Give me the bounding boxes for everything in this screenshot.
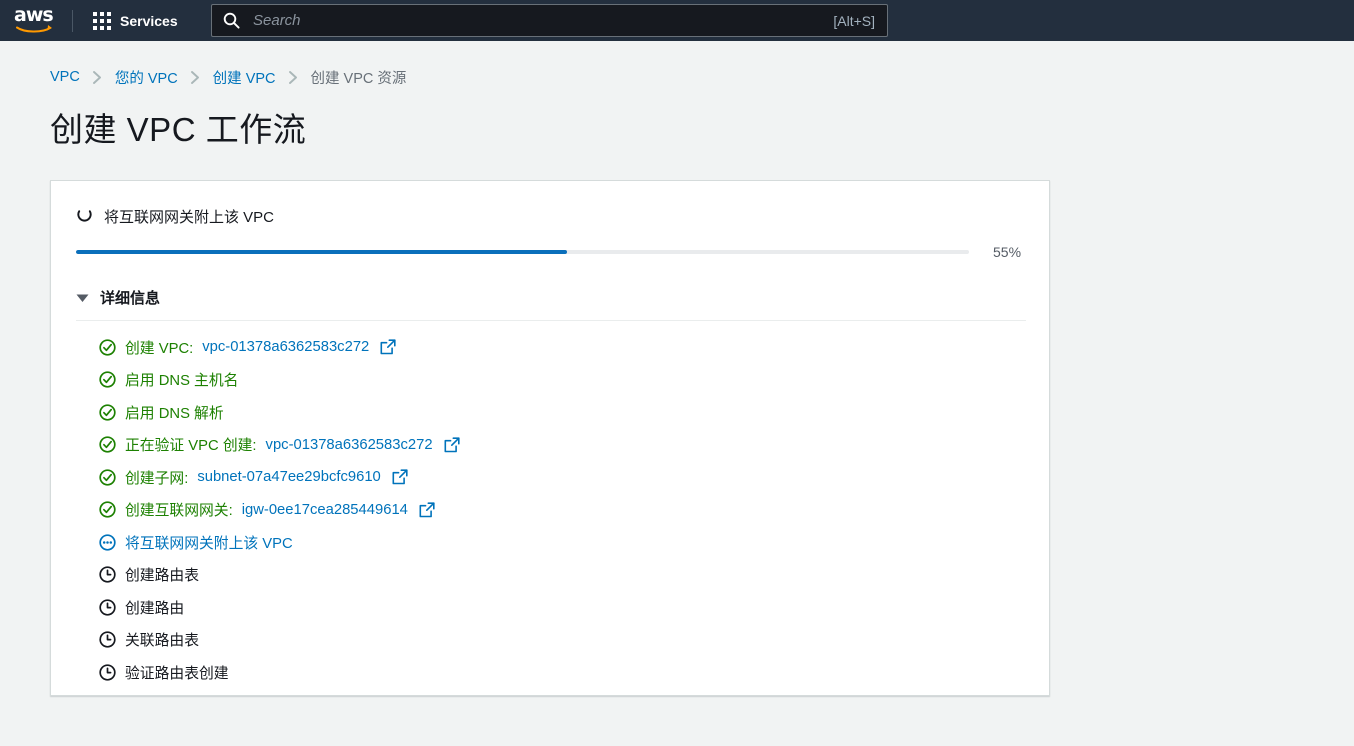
- details-section-title: 详细信息: [100, 290, 161, 307]
- breadcrumb: VPC 您的 VPC 创建 VPC 创建 VPC 资源: [0, 41, 1354, 87]
- services-menu-label: Services: [120, 12, 178, 29]
- page-content: VPC 您的 VPC 创建 VPC 创建 VPC 资源 创建 VPC 工作流 将…: [0, 41, 1354, 696]
- grid-menu-icon: [93, 11, 111, 30]
- current-status-label: 将互联网网关附上该 VPC: [104, 208, 275, 226]
- page-title: 创建 VPC 工作流: [50, 111, 307, 148]
- progress-bar-row: 55%: [76, 244, 1024, 260]
- workflow-step-label: 创建路由表: [125, 568, 199, 585]
- workflow-step: 创建互联网网关: igw-0ee17cea285449614: [99, 494, 1024, 527]
- workflow-step: 正在验证 VPC 创建: vpc-01378a6362583c272: [99, 429, 1024, 462]
- spinner-icon: [77, 209, 92, 221]
- current-status-row: 将互联网网关附上该 VPC: [76, 205, 1024, 227]
- services-menu-button[interactable]: Services: [87, 8, 184, 34]
- workflow-step: 关联路由表: [99, 624, 1024, 657]
- check-circle-icon: [99, 339, 116, 356]
- workflow-step: 创建子网: subnet-07a47ee29bcfc9610: [99, 461, 1024, 494]
- workflow-step-label: 正在验证 VPC 创建:: [125, 438, 257, 455]
- workflow-step-label: 创建 VPC:: [125, 340, 194, 357]
- clock-icon: [99, 664, 116, 681]
- workflow-step-label: 将互联网网关附上该 VPC: [125, 535, 293, 552]
- breadcrumb-item-create-vpc[interactable]: 创建 VPC: [213, 67, 276, 88]
- workflow-progress-card: 将互联网网关附上该 VPC 55% 详细信息 创建 VPC: vpc-01378a…: [50, 180, 1050, 696]
- top-navigation-bar: aws Services [Alt+S]: [0, 0, 1354, 41]
- external-link-icon[interactable]: [444, 437, 460, 453]
- external-link-icon[interactable]: [419, 502, 435, 518]
- chevron-right-icon: [92, 70, 103, 84]
- external-link-icon[interactable]: [380, 339, 396, 355]
- resource-id-link[interactable]: subnet-07a47ee29bcfc9610: [197, 469, 380, 485]
- caret-down-icon: [76, 294, 89, 302]
- search-shortcut-hint: [Alt+S]: [833, 12, 875, 29]
- check-circle-icon: [99, 436, 116, 453]
- check-circle-icon: [99, 501, 116, 518]
- workflow-step: 将互联网网关附上该 VPC: [99, 526, 1024, 559]
- clock-icon: [99, 599, 116, 616]
- global-search-box[interactable]: [Alt+S]: [211, 4, 888, 37]
- in-progress-icon: [99, 534, 116, 551]
- search-input[interactable]: [251, 11, 826, 30]
- workflow-step: 创建路由: [99, 591, 1024, 624]
- progress-bar-fill: [76, 250, 568, 254]
- resource-id-link[interactable]: vpc-01378a6362583c272: [202, 339, 369, 355]
- workflow-step-label: 关联路由表: [125, 633, 199, 650]
- nav-divider: [72, 9, 73, 32]
- workflow-step: 启用 DNS 解析: [99, 396, 1024, 429]
- breadcrumb-item-vpc[interactable]: VPC: [50, 69, 80, 85]
- workflow-step-label: 创建子网:: [125, 470, 189, 487]
- workflow-step-label: 创建互联网网关:: [125, 503, 233, 520]
- check-circle-icon: [99, 404, 116, 421]
- workflow-steps-list: 创建 VPC: vpc-01378a6362583c272 启用 DNS 主机名 …: [76, 331, 1024, 689]
- breadcrumb-item-create-vpc-resources: 创建 VPC 资源: [310, 70, 407, 87]
- clock-icon: [99, 566, 116, 583]
- breadcrumb-item-your-vpcs[interactable]: 您的 VPC: [115, 67, 178, 88]
- external-link-icon[interactable]: [392, 469, 408, 485]
- search-icon: [223, 12, 240, 29]
- clock-icon: [99, 631, 116, 648]
- workflow-step-label: 启用 DNS 解析: [125, 405, 224, 422]
- progress-bar-track: [76, 250, 969, 254]
- aws-logo-smile-icon: [16, 25, 52, 33]
- workflow-step: 启用 DNS 主机名: [99, 364, 1024, 397]
- details-section-toggle[interactable]: 详细信息: [76, 287, 160, 308]
- workflow-step-label: 验证路由表创建: [125, 665, 229, 682]
- chevron-right-icon: [190, 70, 201, 84]
- details-divider: [76, 320, 1026, 321]
- workflow-step: 验证路由表创建: [99, 656, 1024, 689]
- workflow-step-label: 启用 DNS 主机名: [125, 373, 239, 390]
- workflow-step-label: 创建路由: [125, 600, 185, 617]
- workflow-step: 创建 VPC: vpc-01378a6362583c272: [99, 331, 1024, 364]
- aws-logo[interactable]: aws: [14, 6, 58, 34]
- resource-id-link[interactable]: igw-0ee17cea285449614: [242, 502, 408, 518]
- resource-id-link[interactable]: vpc-01378a6362583c272: [266, 437, 433, 453]
- chevron-right-icon: [288, 70, 299, 84]
- workflow-step: 创建路由表: [99, 559, 1024, 592]
- check-circle-icon: [99, 469, 116, 486]
- progress-percent-label: 55%: [993, 244, 1022, 260]
- check-circle-icon: [99, 371, 116, 388]
